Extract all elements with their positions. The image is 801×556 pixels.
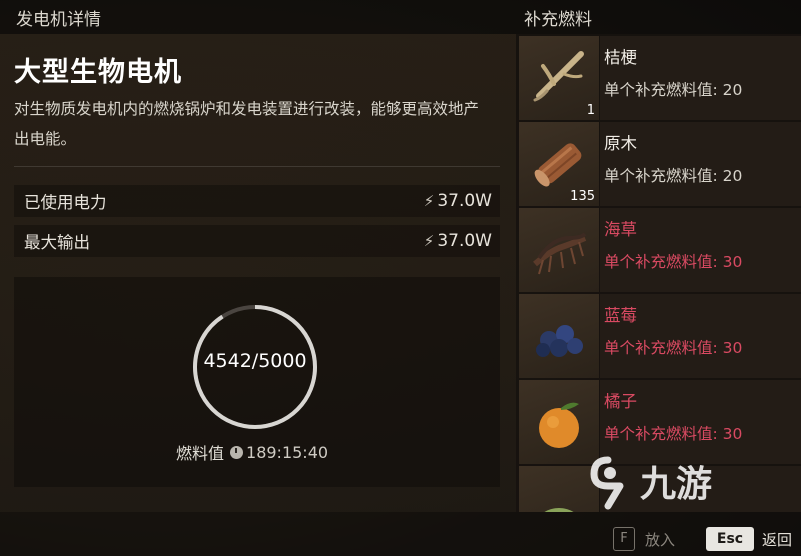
generator-details-header: 发电机详情 (0, 0, 516, 34)
generator-details-title: 发电机详情 (16, 9, 101, 30)
lightning-icon: ⚡ (423, 192, 435, 210)
bottom-control-bar (0, 512, 801, 556)
item-thumbnail: 135 (519, 122, 599, 206)
add-fuel-title: 补充燃料 (524, 9, 592, 30)
fuel-item-list: 1 桔梗 单个补充燃料值: 20 135 原木 单个补充燃料值: 20 海草 单… (516, 34, 801, 512)
divider (14, 166, 500, 167)
generator-description: 对生物质发电机内的燃烧锅炉和发电装置进行改装，能够更高效地产出电能。 (14, 100, 480, 148)
stat-value-group: ⚡ 37.0W (424, 231, 492, 251)
esc-key[interactable]: Esc (706, 527, 754, 551)
item-info: 桔梗 单个补充燃料值: 20 (600, 36, 801, 120)
fuel-time-group: 189:15:40 (230, 443, 328, 462)
fuel-time: 189:15:40 (246, 442, 329, 462)
item-fuel-value: 单个补充燃料值: 20 (604, 167, 743, 185)
svg-text:九游: 九游 (640, 464, 712, 505)
item-fuel-value: 单个补充燃料值: 20 (604, 81, 743, 99)
blueberry-icon (536, 325, 583, 357)
fuel-time-row: 燃料值 189:15:40 (176, 440, 328, 464)
orange-icon (539, 402, 579, 448)
watermark-9-icon: 九游 (590, 456, 712, 510)
stat-value-group: ⚡ 37.0W (424, 191, 492, 211)
item-count: 1 (586, 103, 595, 118)
item-fuel-value: 单个补充燃料值: 30 (604, 339, 743, 357)
fuel-label: 燃料值 (176, 444, 225, 463)
item-name: 原木 (604, 134, 637, 153)
item-info: 蓝莓 单个补充燃料值: 30 (600, 294, 801, 378)
item-thumbnail (519, 380, 599, 464)
item-thumbnail (519, 294, 599, 378)
stat-label: 已使用电力 (24, 193, 107, 212)
stat-value: 37.0W (437, 191, 492, 211)
item-fuel-value: 单个补充燃料值: 30 (604, 425, 743, 443)
put-in-key[interactable]: F (613, 527, 635, 551)
stat-value: 37.0W (437, 231, 492, 251)
leaf-icon (544, 508, 574, 512)
add-fuel-header: 补充燃料 (516, 0, 801, 34)
item-thumbnail: 1 (519, 36, 599, 120)
item-info: 海草 单个补充燃料值: 30 (600, 208, 801, 292)
fuel-item[interactable]: 蓝莓 单个补充燃料值: 30 (516, 294, 801, 380)
item-count: 135 (570, 189, 595, 204)
item-info: 原木 单个补充燃料值: 20 (600, 122, 801, 206)
fuel-item[interactable]: 1 桔梗 单个补充燃料值: 20 (516, 36, 801, 122)
seaweed-icon (533, 232, 587, 275)
stat-row-power-used: 已使用电力 ⚡ 37.0W (14, 185, 500, 217)
generator-name: 大型生物电机 (14, 57, 182, 88)
item-thumbnail (519, 208, 599, 292)
put-in-label[interactable]: 放入 (645, 529, 675, 550)
item-thumbnail (519, 466, 599, 512)
clock-icon (230, 445, 244, 459)
item-name: 橘子 (604, 392, 637, 411)
item-name: 桔梗 (604, 48, 637, 67)
fuel-item[interactable]: 海草 单个补充燃料值: 30 (516, 208, 801, 294)
stat-label: 最大输出 (24, 233, 90, 252)
item-name: 海草 (604, 220, 637, 239)
back-label[interactable]: 返回 (762, 529, 792, 550)
item-name: 蓝莓 (604, 306, 637, 325)
fuel-amount: 4542/5000 (203, 350, 307, 372)
fuel-item[interactable]: 135 原木 单个补充燃料值: 20 (516, 122, 801, 208)
stat-row-max-output: 最大输出 ⚡ 37.0W (14, 225, 500, 257)
item-fuel-value: 单个补充燃料值: 30 (604, 253, 743, 271)
lightning-icon: ⚡ (423, 232, 435, 250)
